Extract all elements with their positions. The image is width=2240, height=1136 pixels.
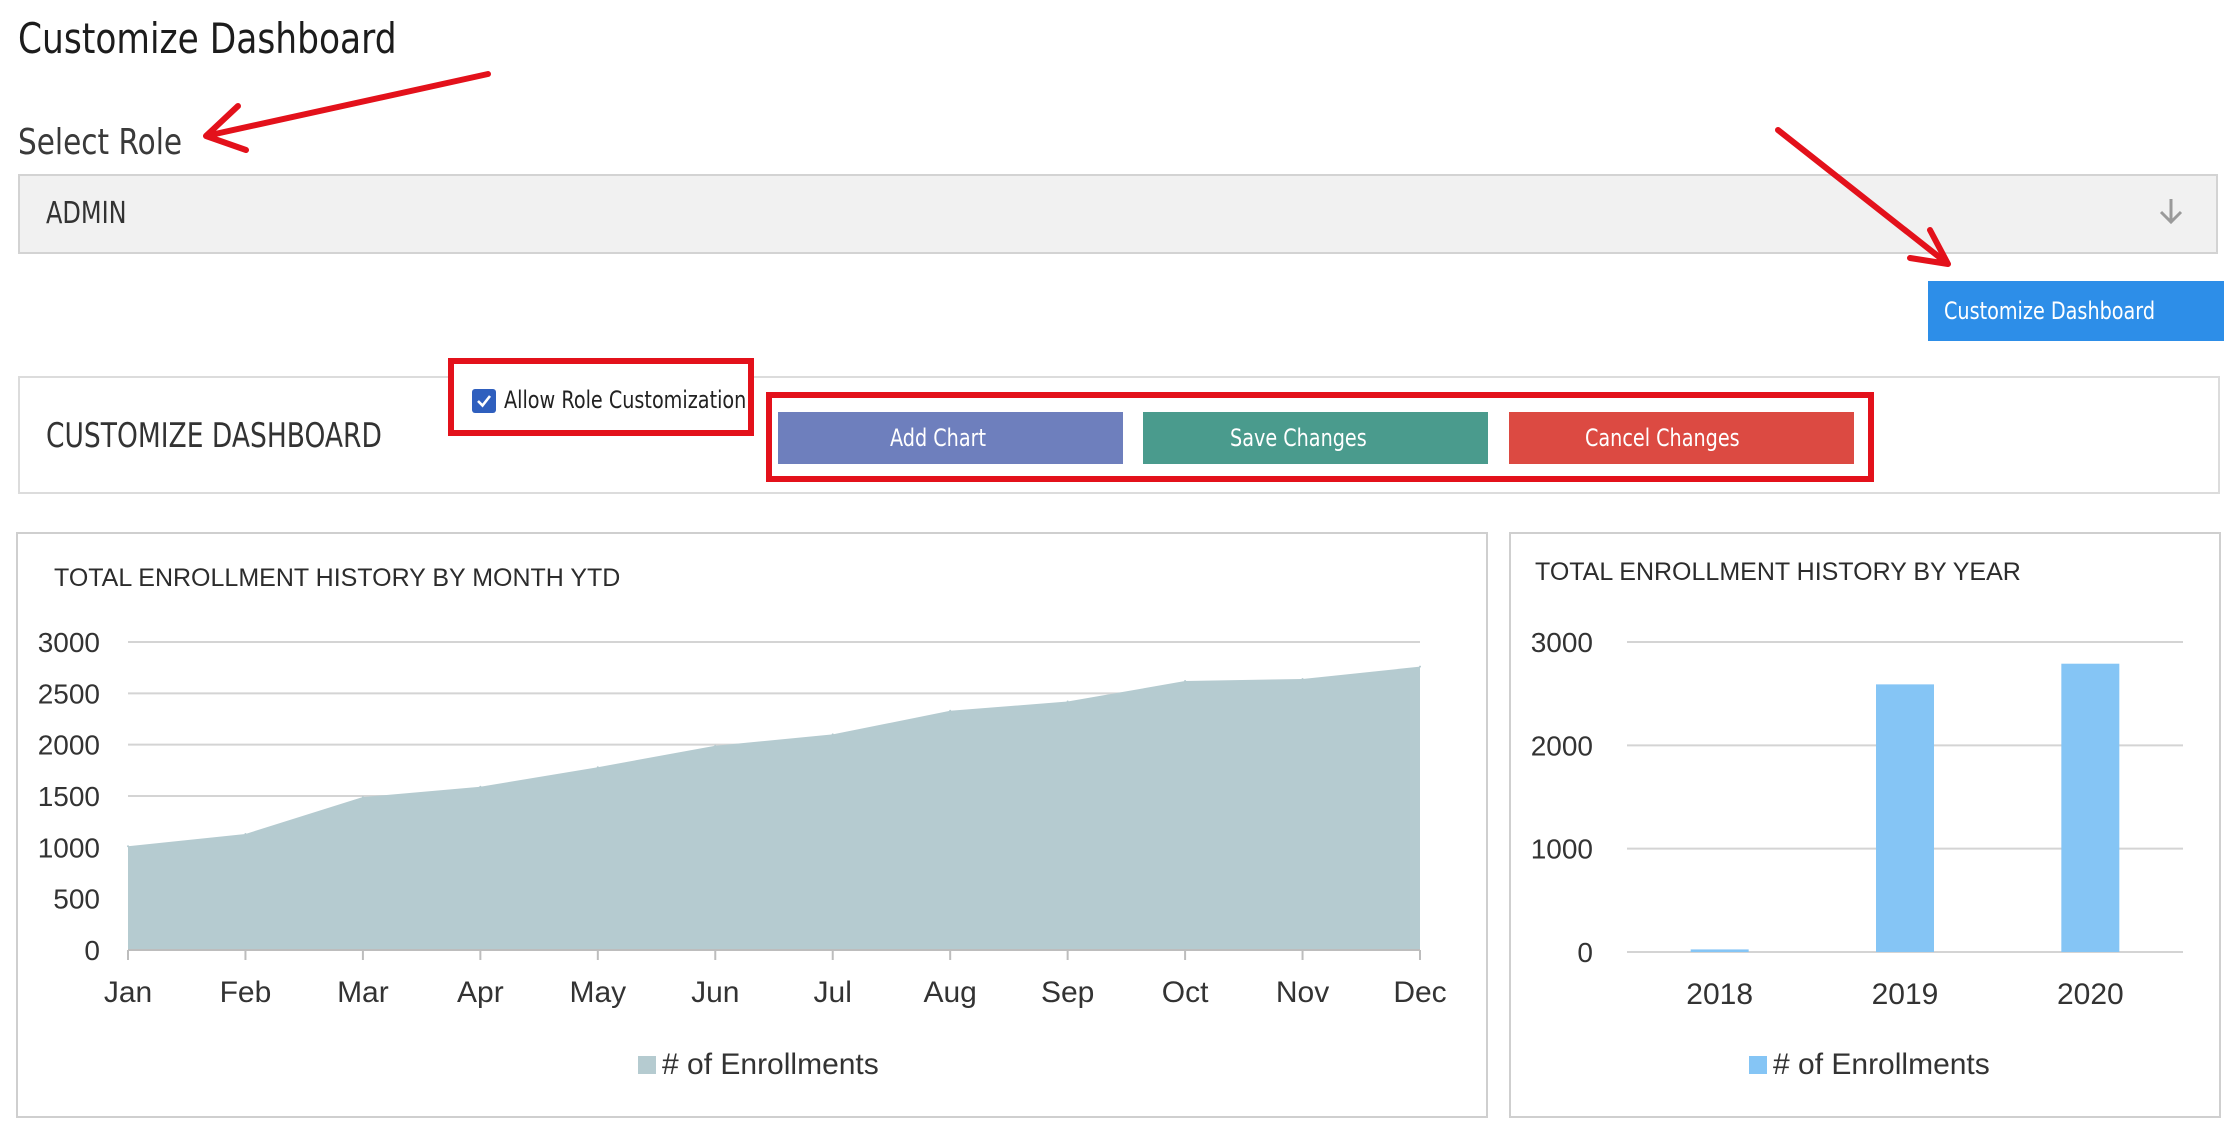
- x-tick-label: 2018: [1686, 978, 1753, 1011]
- data-point: [1419, 665, 1421, 668]
- bar-2019: [1876, 684, 1934, 952]
- chart-card-year: TOTAL ENROLLMENT HISTORY BY YEAR 0 1000 20…: [1509, 532, 2221, 1118]
- y-tick-label: 3000: [1531, 627, 1593, 658]
- role-select[interactable]: ADMIN: [18, 174, 2218, 254]
- cancel-changes-button[interactable]: Cancel Changes: [1509, 412, 1854, 464]
- area-chart: 0 500 1000 1500 2000 2500 3000 Jan Feb Mar Apr May J…: [38, 627, 1447, 1081]
- y-tick-label: 0: [1577, 937, 1593, 968]
- x-tick-label: 2019: [1872, 978, 1939, 1011]
- y-tick-label: 2000: [38, 730, 100, 761]
- x-tick-label: Sep: [1041, 976, 1094, 1009]
- select-role-label: Select Role: [18, 122, 183, 163]
- y-tick-label: 2000: [1531, 730, 1593, 761]
- role-select-value: ADMIN: [46, 196, 127, 231]
- x-tick-label: May: [569, 976, 626, 1009]
- legend-label: # of Enrollments: [1773, 1048, 1990, 1081]
- y-tick-label: 1000: [38, 832, 100, 863]
- customize-panel-title: CUSTOMIZE DASHBOARD: [46, 416, 382, 456]
- legend-swatch: [638, 1056, 656, 1074]
- data-point: [714, 744, 717, 747]
- x-tick-label: 2020: [2057, 978, 2124, 1011]
- legend-label: # of Enrollments: [662, 1048, 879, 1081]
- area-series-enrollments: [128, 666, 1420, 950]
- x-tick-label: Feb: [220, 976, 272, 1009]
- data-point: [1066, 700, 1069, 703]
- data-point: [1301, 677, 1304, 680]
- x-tick-label: Apr: [457, 976, 504, 1009]
- x-tick-label: Oct: [1162, 976, 1209, 1009]
- arrow-down-icon[interactable]: [2156, 196, 2186, 234]
- x-tick-label: Dec: [1393, 976, 1446, 1009]
- bar-chart: 0 1000 2000 3000 2018 2019 2020 # of Enrollment…: [1531, 627, 2183, 1081]
- annotation-arrow-role: [203, 71, 491, 153]
- y-tick-label: 500: [53, 884, 100, 915]
- x-tick-label: Jul: [814, 976, 852, 1009]
- checkmark-icon: [477, 395, 492, 408]
- x-tick-label: Jun: [691, 976, 739, 1009]
- allow-role-customization-label[interactable]: Allow Role Customization: [504, 386, 746, 414]
- allow-role-customization-checkbox[interactable]: [472, 389, 496, 413]
- bar-2018: [1690, 949, 1749, 952]
- data-point: [1184, 680, 1187, 683]
- x-tick-label: Nov: [1276, 976, 1329, 1009]
- data-point: [479, 785, 482, 788]
- y-tick-label: 1500: [38, 781, 100, 812]
- x-tick-label: Aug: [923, 976, 976, 1009]
- y-tick-label: 2500: [38, 678, 100, 709]
- save-changes-button[interactable]: Save Changes: [1143, 412, 1488, 464]
- chart-card-month: TOTAL ENROLLMENT HISTORY BY MONTH YTD 05…: [16, 532, 1488, 1118]
- data-point: [244, 832, 247, 835]
- y-tick-label: 0: [84, 935, 100, 966]
- data-point: [831, 733, 834, 736]
- data-point: [949, 709, 952, 712]
- y-tick-label: 1000: [1531, 834, 1593, 865]
- x-tick-label: Mar: [337, 976, 389, 1009]
- data-point: [361, 796, 364, 799]
- y-tick-label: 3000: [38, 627, 100, 658]
- legend-swatch: [1749, 1056, 1767, 1074]
- x-tick-label: Jan: [104, 976, 152, 1009]
- bar-2020: [2061, 663, 2120, 952]
- customize-dashboard-button[interactable]: Customize Dashboard: [1928, 281, 2224, 341]
- data-point: [127, 845, 129, 848]
- data-point: [596, 766, 599, 769]
- page-title: Customize Dashboard: [18, 14, 397, 63]
- add-chart-button[interactable]: Add Chart: [778, 412, 1123, 464]
